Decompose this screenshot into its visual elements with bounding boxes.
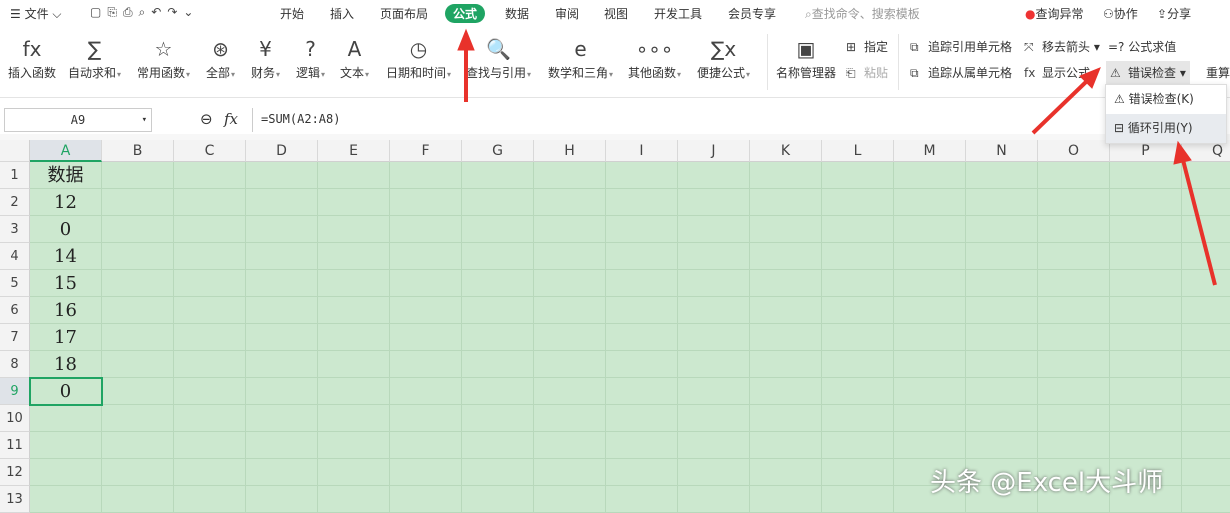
arrowhead	[1173, 140, 1192, 165]
annotation-arrows	[457, 28, 1217, 286]
arrowhead	[457, 28, 475, 51]
arrow-to-circular-reference	[1181, 159, 1217, 286]
arrow-to-error-check	[1031, 78, 1090, 135]
